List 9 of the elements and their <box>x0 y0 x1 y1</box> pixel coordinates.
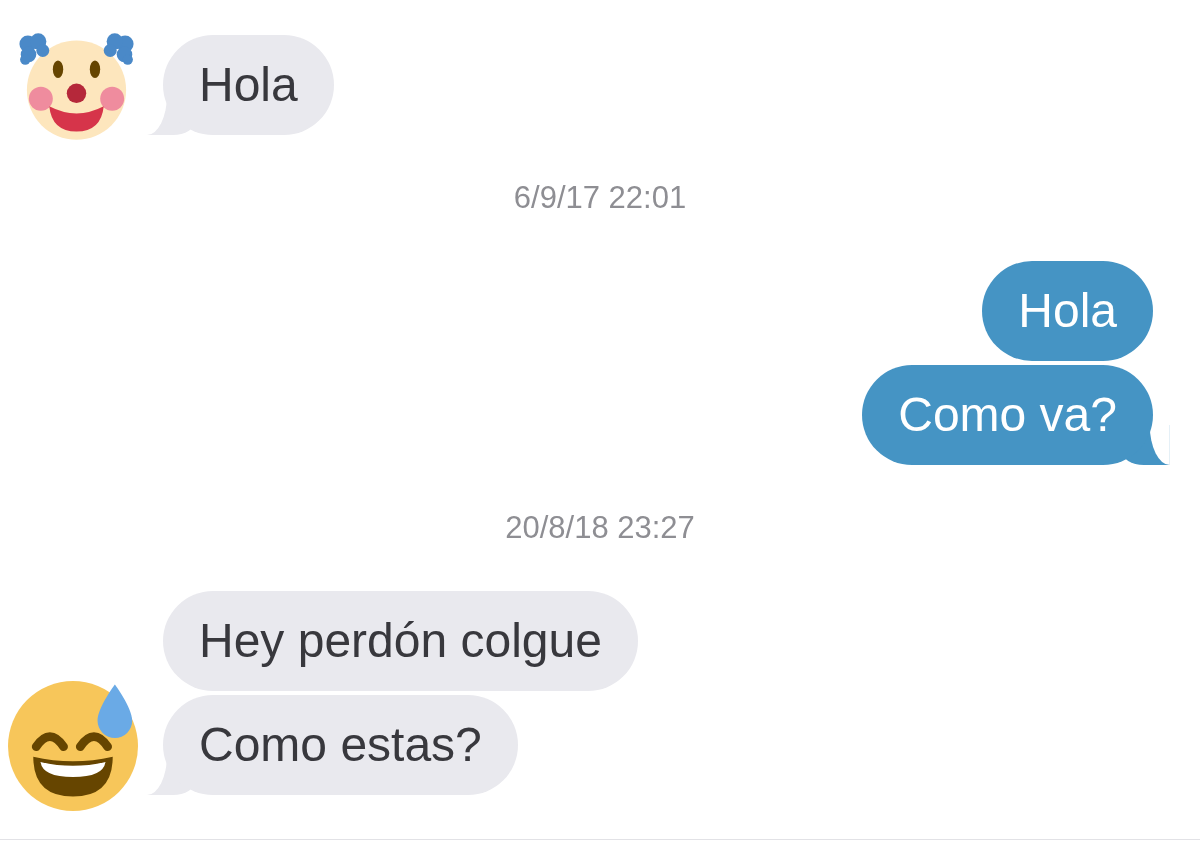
grinning-sweat-face-icon <box>8 681 138 811</box>
timestamp: 20/8/18 23:27 <box>505 511 695 545</box>
clown-face-icon <box>18 33 135 140</box>
received-message: Como estas? <box>147 695 518 795</box>
sent-message: Como va? <box>862 365 1170 465</box>
received-message: Hola <box>147 35 334 135</box>
received-message: Hey perdón colgue <box>163 591 638 691</box>
timestamp: 6/9/17 22:01 <box>513 181 687 215</box>
sent-message: Hola <box>982 261 1153 361</box>
